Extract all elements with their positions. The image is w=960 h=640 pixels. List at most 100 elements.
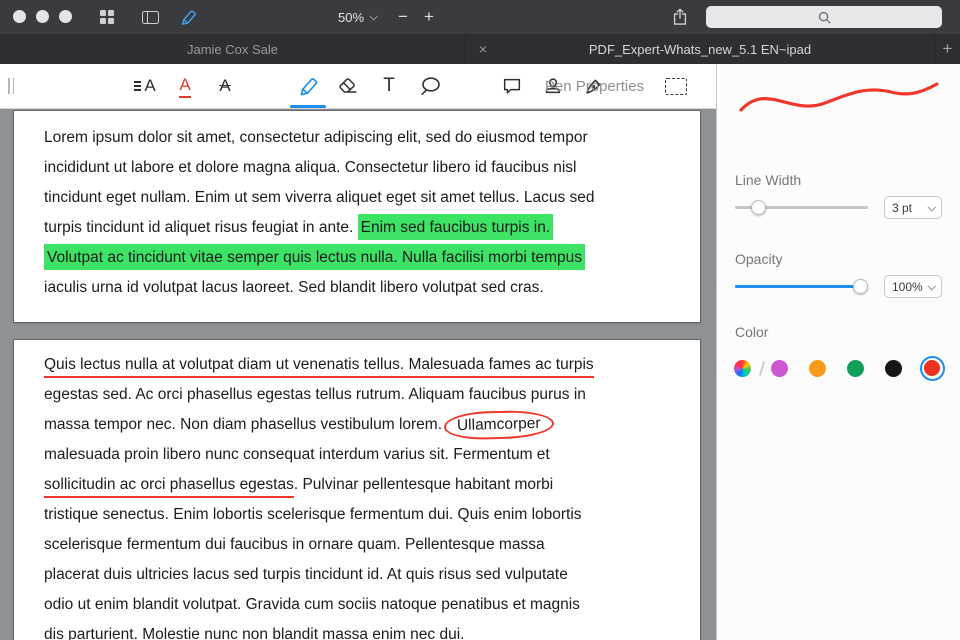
text-line: iaculis urna id volutpat lacus laoreet. … [44, 273, 670, 303]
text-line: dis parturient. Molestie nunc non blandi… [44, 620, 670, 640]
text-line: Volutpat ac tincidunt vitae semper quis … [44, 243, 670, 273]
traffic-lights [13, 10, 72, 23]
thumbnails-grid-icon[interactable] [96, 0, 118, 34]
text-run: tristique senectus. Enim lobortis sceler… [44, 506, 582, 523]
search-icon [817, 10, 832, 25]
annotation-underline[interactable]: Quis lectus nulla at volutpat diam ut ve… [44, 356, 594, 378]
color-swatch-green[interactable] [847, 359, 865, 377]
tab-jamie-cox-sale[interactable]: Jamie Cox Sale [0, 34, 466, 64]
slider-thumb[interactable] [853, 279, 868, 294]
close-window-button[interactable] [13, 10, 26, 23]
color-swatch-color-wheel[interactable] [733, 359, 751, 377]
text-run: turpis tincidunt id aliquet risus feugia… [44, 219, 358, 236]
new-tab-button[interactable]: + [935, 34, 960, 64]
text-tool-icon[interactable]: T [372, 69, 406, 103]
close-tab-icon[interactable]: × [475, 41, 491, 57]
opacity-slider[interactable] [735, 275, 868, 298]
tab-pdf-expert-whats-new[interactable]: × PDF_Expert-Whats_new_5.1 EN~ipad [466, 34, 935, 64]
red-color-dot [924, 360, 940, 376]
text-run: placerat duis ultricies lacus sed turpis… [44, 566, 568, 583]
eraser-tool-icon[interactable] [331, 69, 365, 103]
text-line: Lorem ipsum dolor sit amet, consectetur … [44, 123, 670, 153]
properties-panel-title: Pen Properties [473, 64, 716, 109]
slider-thumb[interactable] [751, 200, 766, 215]
chevron-down-icon [927, 203, 935, 211]
pen-tool-icon[interactable] [291, 69, 325, 103]
sidebar-toggle-icon[interactable] [138, 0, 162, 34]
annotation-circle[interactable]: Ullamcorper [444, 410, 554, 441]
text-line: placerat duis ultricies lacus sed turpis… [44, 560, 670, 590]
text-run: tincidunt eget nullam. Enim ut sem viver… [44, 189, 595, 206]
text-line: tincidunt eget nullam. Enim ut sem viver… [44, 183, 670, 213]
text-line: incididunt ut labore et dolore magna ali… [44, 153, 670, 183]
annotation-highlight[interactable]: Enim sed faucibus turpis in. [358, 214, 554, 240]
line-width-label: Line Width [735, 172, 960, 188]
text-line: tristique senectus. Enim lobortis sceler… [44, 500, 670, 530]
black-color-dot [885, 360, 902, 377]
pdf-page-1: Lorem ipsum dolor sit amet, consectetur … [14, 111, 700, 322]
annotate-pen-icon[interactable] [176, 0, 200, 34]
green-color-dot [847, 360, 864, 377]
text-run: scelerisque fermentum dui faucibus in or… [44, 536, 545, 553]
tab-bar: Jamie Cox Sale × PDF_Expert-Whats_new_5.… [0, 34, 960, 64]
fullscreen-window-button[interactable] [59, 10, 72, 23]
pdf-page-2: Quis lectus nulla at volutpat diam ut ve… [14, 340, 700, 640]
page-2-text: Quis lectus nulla at volutpat diam ut ve… [14, 340, 700, 640]
window-titlebar: 50% − + [0, 0, 960, 34]
line-width-slider[interactable] [735, 196, 868, 219]
text-run: malesuada proin libero nunc consequat in… [44, 446, 550, 463]
opacity-label: Opacity [735, 251, 960, 267]
text-run: egestas sed. Ac orci phasellus egestas t… [44, 386, 586, 403]
text-line: egestas sed. Ac orci phasellus egestas t… [44, 380, 670, 410]
opacity-dropdown[interactable]: 100% [884, 275, 942, 298]
text-run: odio ut enim blandit volutpat. Gravida c… [44, 596, 580, 613]
text-run: . Pulvinar pellentesque habitant morbi [294, 476, 553, 493]
page-1-text: Lorem ipsum dolor sit amet, consectetur … [14, 111, 700, 303]
strikethrough-tool-icon[interactable]: A [208, 69, 242, 103]
annotation-highlight[interactable]: Volutpat ac tincidunt vitae semper quis … [44, 244, 585, 270]
style-lines-icon [134, 81, 141, 91]
text-line: turpis tincidunt id aliquet risus feugia… [44, 213, 670, 243]
text-run: massa tempor nec. Non diam phasellus ves… [44, 416, 442, 433]
color-swatch-red[interactable] [920, 356, 945, 381]
document-scroll-area[interactable]: Lorem ipsum dolor sit amet, consectetur … [0, 109, 716, 640]
text-run: iaculis urna id volutpat lacus laoreet. … [44, 279, 544, 296]
share-icon[interactable] [668, 0, 692, 34]
app-window: 50% − + Jamie Cox Sale × PDF_Expert-What… [0, 0, 960, 640]
text-run: Lorem ipsum dolor sit amet, consectetur … [44, 129, 588, 146]
pen-stroke-preview [733, 70, 945, 128]
swatch-divider [759, 361, 765, 376]
panel-drag-handle[interactable] [8, 78, 14, 94]
minimize-window-button[interactable] [36, 10, 49, 23]
tab-title: Jamie Cox Sale [187, 42, 278, 57]
line-width-value: 3 pt [892, 201, 912, 215]
zoom-out-button[interactable]: − [392, 0, 414, 34]
color-swatches [733, 356, 942, 380]
color-swatch-purple[interactable] [771, 359, 789, 377]
shape-tool-icon[interactable] [413, 69, 447, 103]
color-wheel-color-dot [734, 360, 751, 377]
line-width-dropdown[interactable]: 3 pt [884, 196, 942, 219]
active-tool-indicator [290, 105, 326, 108]
opacity-value: 100% [892, 280, 923, 294]
color-swatch-black[interactable] [885, 359, 903, 377]
underline-tool-icon[interactable]: A [168, 69, 202, 103]
zoom-level-control[interactable]: 50% [338, 0, 376, 34]
text-line: sollicitudin ac orci phasellus egestas. … [44, 470, 670, 500]
zoom-in-button[interactable]: + [418, 0, 440, 34]
annotation-toolbar: A A A [0, 64, 716, 109]
text-line: odio ut enim blandit volutpat. Gravida c… [44, 590, 670, 620]
pen-properties-panel: Line Width 3 pt Opacity [716, 64, 960, 640]
color-swatch-orange[interactable] [809, 359, 827, 377]
annotation-underline[interactable]: sollicitudin ac orci phasellus egestas [44, 476, 294, 498]
chevron-down-icon [927, 282, 935, 290]
tab-title: PDF_Expert-Whats_new_5.1 EN~ipad [589, 42, 811, 57]
zoom-level-value: 50% [338, 10, 364, 25]
search-field[interactable] [706, 6, 942, 28]
purple-color-dot [771, 360, 788, 377]
color-label: Color [735, 324, 960, 340]
text-style-tool-icon[interactable]: A [128, 69, 162, 103]
orange-color-dot [809, 360, 826, 377]
text-line: Quis lectus nulla at volutpat diam ut ve… [44, 350, 670, 380]
text-line: massa tempor nec. Non diam phasellus ves… [44, 410, 670, 440]
